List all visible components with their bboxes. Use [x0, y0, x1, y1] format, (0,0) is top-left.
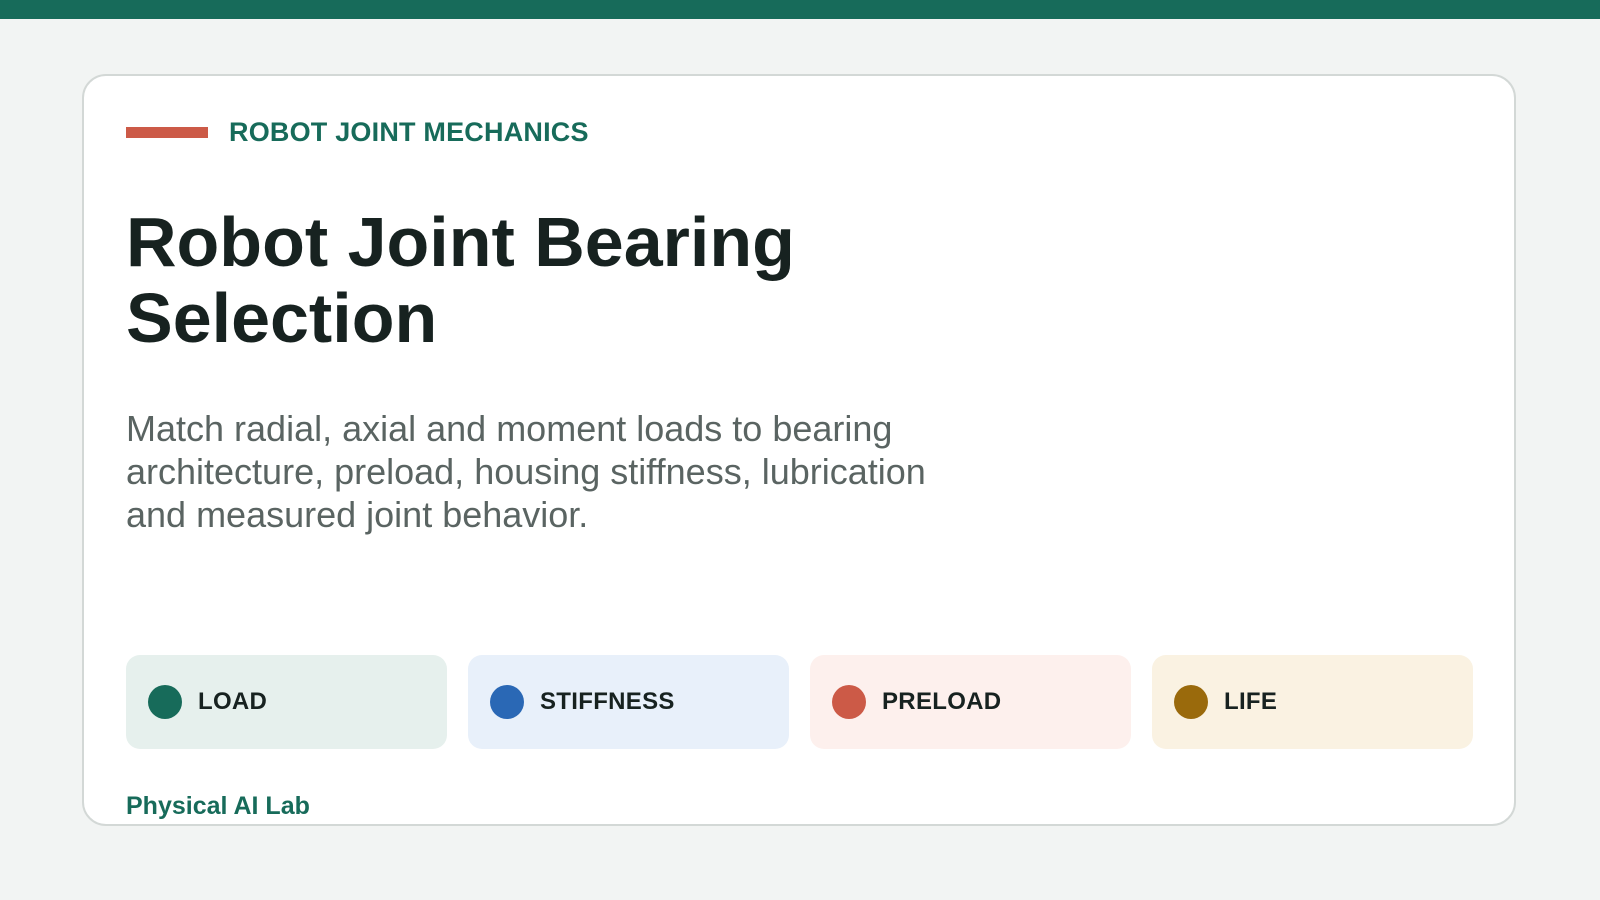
preload-dot-icon	[832, 685, 866, 719]
stiffness-dot-icon	[490, 685, 524, 719]
top-accent-bar	[0, 0, 1600, 19]
chip-life: LIFE	[1152, 655, 1473, 749]
load-dot-icon	[148, 685, 182, 719]
chip-load: LOAD	[126, 655, 447, 749]
slide-card: ROBOT JOINT MECHANICS Robot Joint Bearin…	[82, 74, 1516, 826]
page-subtitle: Match radial, axial and moment loads to …	[126, 408, 926, 535]
eyebrow: ROBOT JOINT MECHANICS	[126, 116, 589, 148]
chip-label: PRELOAD	[882, 688, 1002, 715]
page-title: Robot Joint Bearing Selection	[126, 203, 795, 357]
eyebrow-accent-bar	[126, 126, 208, 138]
eyebrow-label: ROBOT JOINT MECHANICS	[229, 116, 589, 147]
chip-label: LIFE	[1224, 688, 1278, 715]
chip-label: LOAD	[198, 688, 268, 715]
chip-preload: PRELOAD	[810, 655, 1131, 749]
footer-brand: Physical AI Lab	[126, 792, 310, 820]
chip-label: STIFFNESS	[540, 688, 675, 715]
chip-stiffness: STIFFNESS	[468, 655, 789, 749]
life-dot-icon	[1174, 685, 1208, 719]
topic-chips: LOAD STIFFNESS PRELOAD LIFE	[126, 655, 1473, 749]
